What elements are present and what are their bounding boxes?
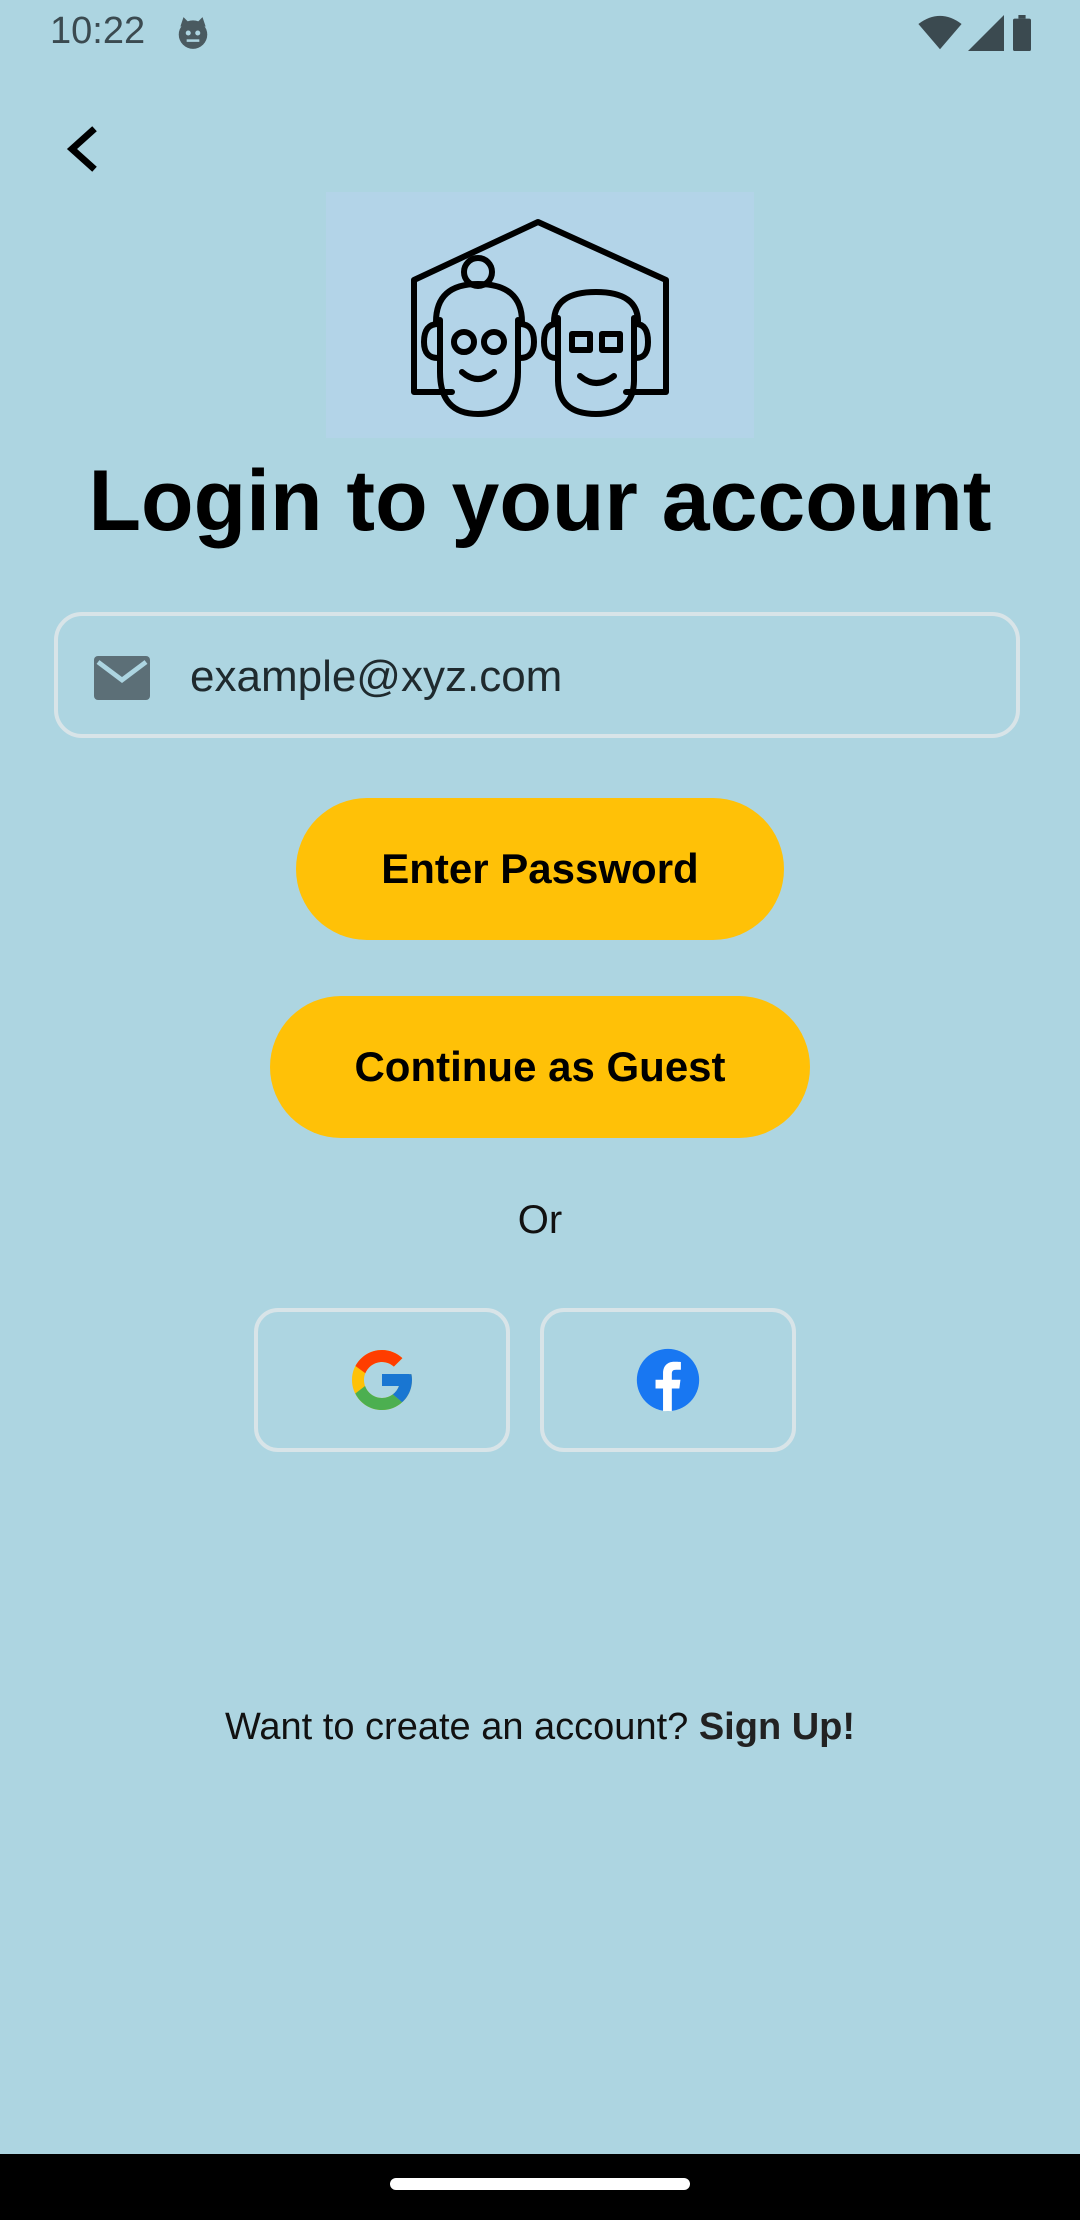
signup-prompt-text: Want to create an account? bbox=[224, 1706, 689, 1748]
google-logo-icon bbox=[352, 1350, 412, 1410]
cat-notification-icon bbox=[178, 17, 208, 49]
enter-password-button[interactable]: Enter Password bbox=[296, 798, 784, 940]
status-bar: 10:22 bbox=[0, 0, 1080, 66]
google-login-button[interactable] bbox=[254, 1308, 510, 1452]
email-field[interactable] bbox=[54, 612, 1020, 738]
chevron-left-icon bbox=[66, 126, 97, 172]
mail-icon bbox=[94, 656, 150, 700]
back-button[interactable] bbox=[52, 116, 112, 182]
signup-link[interactable]: Sign Up! bbox=[699, 1706, 855, 1748]
wifi-icon bbox=[918, 15, 962, 50]
status-time: 10:22 bbox=[50, 10, 146, 52]
email-input[interactable] bbox=[188, 640, 992, 714]
app-logo bbox=[326, 192, 754, 438]
system-navigation-bar bbox=[0, 2154, 1080, 2220]
or-divider-text: Or bbox=[517, 1198, 563, 1242]
elderly-couple-house-logo bbox=[411, 219, 669, 417]
battery-icon bbox=[1013, 15, 1031, 51]
continue-as-guest-button[interactable]: Continue as Guest bbox=[270, 996, 810, 1138]
facebook-logo-icon bbox=[636, 1348, 700, 1412]
page-title: Login to your account bbox=[88, 453, 992, 549]
facebook-login-button[interactable] bbox=[540, 1308, 796, 1452]
signup-prompt: Want to create an account? Sign Up! bbox=[0, 1706, 1080, 1749]
status-icons bbox=[918, 14, 1034, 52]
cellular-signal-icon bbox=[968, 15, 1004, 51]
home-indicator[interactable] bbox=[390, 2178, 690, 2190]
